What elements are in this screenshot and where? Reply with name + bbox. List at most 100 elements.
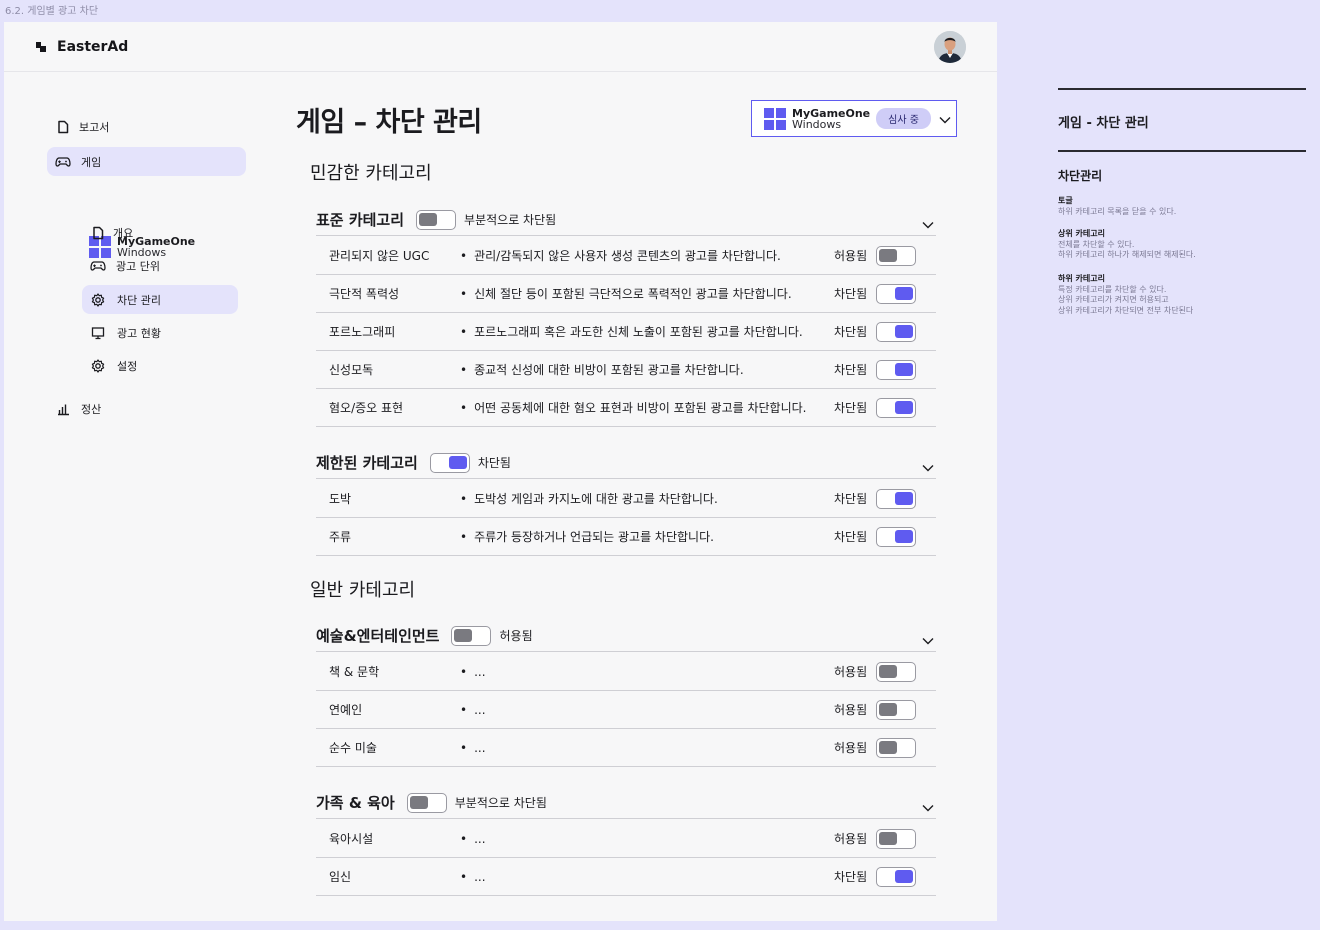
sidebar-item-block-management[interactable]: 차단 관리 xyxy=(82,285,238,314)
category-row: 육아시설 ... 허용됨 xyxy=(316,820,936,858)
bar-chart-icon xyxy=(55,401,71,417)
row-toggle[interactable] xyxy=(876,246,916,266)
app-window: EasterAd 보고서 게임 MyGameOne Windows 개요 광고 … xyxy=(4,22,997,921)
category-header: 제한된 카테고리 차단됨 xyxy=(316,447,936,479)
row-name: 혐오/증오 표현 xyxy=(329,401,404,415)
row-toggle[interactable] xyxy=(876,489,916,509)
category-row: 주류 주류가 등장하거나 언급되는 광고를 차단합니다. 차단됨 xyxy=(316,518,936,556)
sidebar-item-label: 게임 xyxy=(81,155,102,169)
sidebar-item-label: 차단 관리 xyxy=(117,293,161,307)
category-state: 부분적으로 차단됨 xyxy=(454,796,547,810)
sidebar-item-label: 개요 xyxy=(113,227,134,240)
row-name: 순수 미술 xyxy=(329,741,377,755)
category-header: 가족 & 육아 부분적으로 차단됨 xyxy=(316,787,936,819)
note-item: 상위 카테고리 전체를 차단할 수 있다. 하위 카테고리 하나가 해제되면 해… xyxy=(1058,229,1196,259)
sidebar-item-ad-status[interactable]: 광고 현황 xyxy=(90,323,161,343)
sidebar-item-label: 광고 단위 xyxy=(116,260,160,273)
row-name: 연예인 xyxy=(329,703,363,717)
row-state: 차단됨 xyxy=(834,401,868,415)
row-name: 육아시설 xyxy=(329,832,374,846)
category-name: 표준 카테고리 xyxy=(316,211,405,229)
divider xyxy=(1058,150,1306,152)
category-toggle[interactable] xyxy=(416,209,457,230)
document-icon xyxy=(55,119,71,135)
category-row: 신성모독 종교적 신성에 대한 비방이 포함된 광고를 차단합니다. 차단됨 xyxy=(316,351,936,389)
gear-icon xyxy=(90,292,106,308)
windows-icon xyxy=(764,107,786,130)
row-state: 차단됨 xyxy=(834,492,868,506)
category-row: 도박 도박성 게임과 카지노에 대한 광고를 차단합니다. 차단됨 xyxy=(316,480,936,518)
row-toggle[interactable] xyxy=(876,867,916,887)
chevron-down-icon[interactable] xyxy=(939,109,951,128)
row-description: 신체 절단 등이 포함된 극단적으로 폭력적인 광고를 차단합니다. xyxy=(460,285,792,302)
general-categories-title: 일반 카테고리 xyxy=(310,580,416,601)
category-toggle[interactable] xyxy=(429,452,470,473)
row-state: 차단됨 xyxy=(834,530,868,544)
note-item: 하위 카테고리 특정 카테고리를 차단할 수 있다. 상위 카테고리가 켜지면 … xyxy=(1058,274,1194,315)
chevron-down-icon[interactable] xyxy=(922,797,934,816)
row-state: 차단됨 xyxy=(834,363,868,377)
sidebar-item-reports[interactable]: 보고서 xyxy=(55,117,109,137)
sidebar-item-overview[interactable]: 개요 xyxy=(90,223,133,243)
row-toggle[interactable] xyxy=(876,662,916,682)
chevron-down-icon[interactable] xyxy=(922,457,934,476)
category-row: 책 & 문학 ... 허용됨 xyxy=(316,653,936,691)
row-description: ... xyxy=(460,703,485,717)
row-toggle[interactable] xyxy=(876,322,916,342)
category-row: 관리되지 않은 UGC 관리/감독되지 않은 사용자 생성 콘텐츠의 광고를 차… xyxy=(316,237,936,275)
monitor-icon xyxy=(90,325,106,341)
gear-icon xyxy=(90,358,106,374)
game-name: MyGameOne xyxy=(792,106,871,120)
game-platform: Windows xyxy=(792,117,842,131)
category-state: 허용됨 xyxy=(499,629,533,643)
row-toggle[interactable] xyxy=(876,738,916,758)
row-name: 관리되지 않은 UGC xyxy=(329,249,430,263)
row-description: 종교적 신성에 대한 비방이 포함된 광고를 차단합니다. xyxy=(460,361,744,378)
row-toggle[interactable] xyxy=(876,527,916,547)
row-state: 차단됨 xyxy=(834,325,868,339)
frame-label: 6.2. 게임별 광고 차단 xyxy=(5,6,99,17)
status-badge: 심사 중 xyxy=(876,108,931,129)
row-state: 허용됨 xyxy=(834,832,868,846)
row-toggle[interactable] xyxy=(876,398,916,418)
row-toggle[interactable] xyxy=(876,284,916,304)
avatar[interactable] xyxy=(934,31,966,63)
gamepad-icon xyxy=(90,258,106,274)
row-state: 허용됨 xyxy=(834,249,868,263)
row-description: 어떤 공동체에 대한 혐오 표현과 비방이 포함된 광고를 차단합니다. xyxy=(460,399,806,416)
brand-logo[interactable]: EasterAd xyxy=(36,39,128,55)
category-name: 제한된 카테고리 xyxy=(316,454,418,472)
category-name: 가족 & 육아 xyxy=(316,794,395,812)
sidebar-item-label: 정산 xyxy=(81,403,102,416)
sidebar-item-settlement[interactable]: 정산 xyxy=(55,399,101,419)
notes-title: 게임 - 차단 관리 xyxy=(1058,116,1149,131)
category-toggle[interactable] xyxy=(406,792,447,813)
category-row: 극단적 폭력성 신체 절단 등이 포함된 극단적으로 폭력적인 광고를 차단합니… xyxy=(316,275,936,313)
row-description: 관리/감독되지 않은 사용자 생성 콘텐츠의 광고를 차단합니다. xyxy=(460,247,781,264)
row-state: 차단됨 xyxy=(834,287,868,301)
row-state: 허용됨 xyxy=(834,703,868,717)
logo-icon xyxy=(36,42,46,52)
category-state: 차단됨 xyxy=(477,456,511,470)
game-selector[interactable]: MyGameOne Windows 심사 중 xyxy=(751,100,957,137)
row-state: 허용됨 xyxy=(834,665,868,679)
category-state: 부분적으로 차단됨 xyxy=(464,213,557,227)
category-toggle[interactable] xyxy=(451,625,492,646)
row-toggle[interactable] xyxy=(876,700,916,720)
row-toggle[interactable] xyxy=(876,829,916,849)
chevron-down-icon[interactable] xyxy=(922,214,934,233)
sidebar-item-label: 광고 현황 xyxy=(117,327,161,340)
row-toggle[interactable] xyxy=(876,360,916,380)
divider xyxy=(1058,88,1306,90)
sidebar-item-settings[interactable]: 설정 xyxy=(90,356,137,376)
row-state: 차단됨 xyxy=(834,870,868,884)
row-state: 허용됨 xyxy=(834,741,868,755)
row-name: 포르노그래피 xyxy=(329,325,396,339)
sidebar-item-game[interactable]: 게임 xyxy=(47,147,246,176)
chevron-down-icon[interactable] xyxy=(922,630,934,649)
gamepad-icon xyxy=(55,154,71,170)
row-description: ... xyxy=(460,870,485,884)
sidebar-item-label: 설정 xyxy=(117,360,138,373)
note-item: 토글 하위 카테고리 목록을 닫을 수 있다. xyxy=(1058,196,1177,216)
sidebar-item-ad-units[interactable]: 광고 단위 xyxy=(90,256,160,276)
